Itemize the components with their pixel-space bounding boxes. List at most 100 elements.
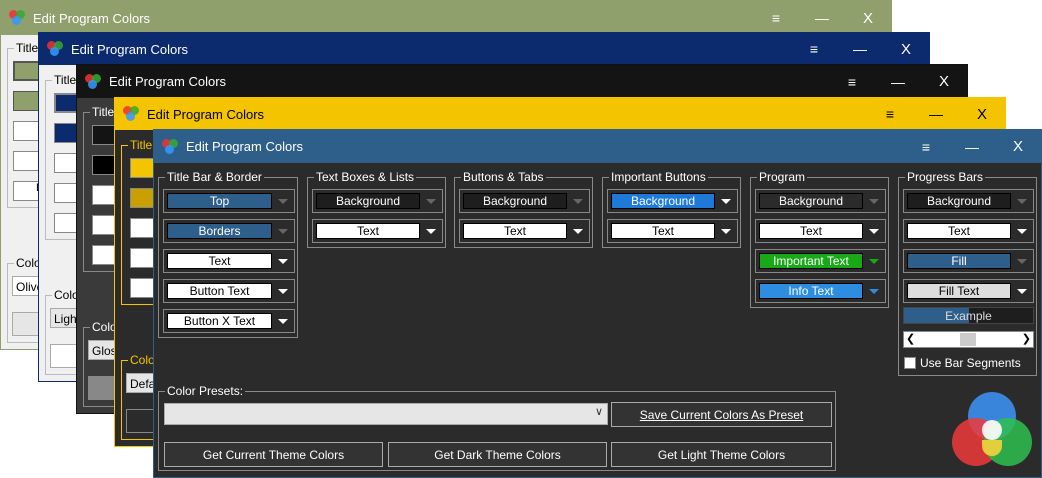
- minimize-button[interactable]: —: [799, 10, 845, 26]
- color-picker-text[interactable]: Text: [312, 219, 443, 243]
- color-picker-important-text[interactable]: Important Text: [755, 249, 886, 273]
- window-title: Edit Program Colors: [71, 41, 189, 57]
- use-bar-segments-option[interactable]: Use Bar Segments: [904, 355, 1021, 371]
- color-swatch: Fill Text: [907, 283, 1011, 299]
- get-current-theme-button[interactable]: Get Current Theme Colors: [164, 442, 383, 467]
- scroll-thumb[interactable]: [960, 333, 976, 346]
- buttons-tabs-group: Buttons & Tabs Background Text: [454, 170, 593, 248]
- preset-select[interactable]: ∨: [164, 403, 608, 425]
- get-light-theme-button[interactable]: Get Light Theme Colors: [611, 442, 832, 467]
- color-swatch: Text: [759, 223, 863, 239]
- close-button[interactable]: X: [883, 41, 929, 58]
- app-logo-icon: [162, 138, 178, 155]
- chevron-down-icon: ∨: [594, 406, 603, 418]
- progress-bars-group: Progress Bars Background Text Fill Fill …: [898, 170, 1037, 376]
- chevron-down-icon: [869, 289, 879, 294]
- color-swatch: Top: [167, 193, 272, 209]
- menu-icon[interactable]: ≡: [829, 74, 875, 90]
- app-logo-icon: [952, 392, 1032, 470]
- important-buttons-group: Important Buttons Background Text: [602, 170, 741, 248]
- menu-icon[interactable]: ≡: [791, 41, 837, 57]
- use-bar-segments-checkbox[interactable]: [904, 357, 916, 369]
- app-logo-icon: [9, 10, 25, 26]
- color-picker-text[interactable]: Text: [755, 219, 886, 243]
- color-picker-borders[interactable]: Borders: [163, 219, 295, 243]
- title-bar[interactable]: Edit Program Colors ≡ — X: [39, 33, 929, 65]
- color-picker-text[interactable]: Text: [607, 219, 738, 243]
- example-progress-bar: Example: [903, 307, 1034, 324]
- app-logo-icon: [123, 106, 139, 122]
- color-presets-group: Color Presets: ∨ Save Current Colors As …: [158, 384, 836, 471]
- menu-icon[interactable]: ≡: [753, 10, 799, 26]
- color-presets-group: Colo Defa: [121, 353, 157, 440]
- color-picker-fill[interactable]: Fill: [903, 249, 1034, 273]
- minimize-button[interactable]: —: [875, 74, 921, 90]
- menu-icon[interactable]: ≡: [867, 106, 913, 122]
- theme-button[interactable]: [126, 409, 156, 433]
- horizontal-scrollbar[interactable]: ❮ ❯: [903, 331, 1034, 348]
- color-swatch: Button Text: [167, 283, 272, 299]
- get-dark-theme-button[interactable]: Get Dark Theme Colors: [388, 442, 607, 467]
- progress-label: Example: [945, 309, 992, 323]
- color-swatch: Background: [463, 193, 567, 209]
- color-picker-text[interactable]: Text: [903, 219, 1034, 243]
- color-swatch: Info Text: [759, 283, 863, 299]
- color-picker-fill-text[interactable]: Fill Text: [903, 279, 1034, 303]
- title-bar[interactable]: Edit Program Colors ≡ — X: [1, 1, 891, 35]
- chevron-down-icon: [278, 259, 288, 264]
- app-logo-icon: [85, 73, 101, 90]
- color-swatch: Background: [907, 193, 1011, 209]
- color-presets-group: Colo Ligh: [45, 288, 81, 375]
- save-preset-button[interactable]: Save Current Colors As Preset: [611, 402, 832, 427]
- color-swatch: Background: [316, 193, 420, 209]
- chevron-down-icon: [278, 289, 288, 294]
- color-picker-text[interactable]: Text: [163, 249, 295, 273]
- chevron-down-icon: [1017, 229, 1027, 234]
- minimize-button[interactable]: —: [837, 41, 883, 57]
- group-label: Title: [52, 73, 79, 87]
- color-picker-button-text[interactable]: Button Text: [163, 279, 295, 303]
- color-picker-background[interactable]: Background: [755, 189, 886, 213]
- title-bar[interactable]: Edit Program Colors ≡ — X: [154, 130, 1041, 163]
- save-preset-label: Save Current Colors As Preset: [639, 408, 804, 422]
- color-picker-background[interactable]: Background: [459, 189, 590, 213]
- window-title: Edit Program Colors: [109, 74, 227, 89]
- color-presets-group: Colo Olive: [7, 256, 43, 343]
- close-button[interactable]: X: [959, 106, 1005, 123]
- color-picker-text[interactable]: Text: [459, 219, 590, 243]
- chevron-down-icon: [721, 199, 731, 204]
- preset-select[interactable]: Defa: [126, 373, 156, 393]
- group-label: Title: [90, 105, 117, 119]
- color-swatch: Background: [611, 193, 715, 209]
- group-label: Title: [128, 138, 155, 152]
- color-picker-background[interactable]: Background: [607, 189, 738, 213]
- minimize-button[interactable]: —: [913, 106, 959, 122]
- group-label: Progress Bars: [905, 170, 986, 184]
- group-label: Title: [14, 41, 41, 55]
- title-bar[interactable]: Edit Program Colors ≡ — X: [115, 98, 1005, 130]
- color-picker-info-text[interactable]: Info Text: [755, 279, 886, 303]
- close-button[interactable]: X: [845, 10, 891, 27]
- title-bar-border-group: Title B: [7, 41, 43, 208]
- color-swatch: Text: [167, 253, 272, 269]
- use-bar-segments-label: Use Bar Segments: [920, 356, 1021, 370]
- color-picker-top[interactable]: Top: [163, 189, 295, 213]
- chevron-down-icon: [426, 229, 436, 234]
- group-label: Text Boxes & Lists: [314, 170, 417, 184]
- color-swatch: Borders: [167, 223, 272, 239]
- menu-icon[interactable]: ≡: [903, 139, 949, 155]
- title-bar[interactable]: Edit Program Colors ≡ — X: [77, 65, 967, 98]
- color-picker-button-x-text[interactable]: Button X Text: [163, 309, 295, 333]
- close-button[interactable]: X: [921, 73, 967, 90]
- chevron-down-icon: [573, 229, 583, 234]
- color-picker-background[interactable]: Background: [903, 189, 1034, 213]
- scroll-left-icon[interactable]: ❮: [906, 332, 915, 347]
- group-label: Important Buttons: [609, 170, 708, 184]
- scroll-right-icon[interactable]: ❯: [1022, 332, 1031, 347]
- color-picker-background[interactable]: Background: [312, 189, 443, 213]
- close-button[interactable]: X: [995, 138, 1041, 155]
- minimize-button[interactable]: —: [949, 139, 995, 155]
- group-label: Color Presets:: [165, 384, 246, 398]
- color-swatch: Text: [463, 223, 567, 239]
- chevron-down-icon: [278, 319, 288, 324]
